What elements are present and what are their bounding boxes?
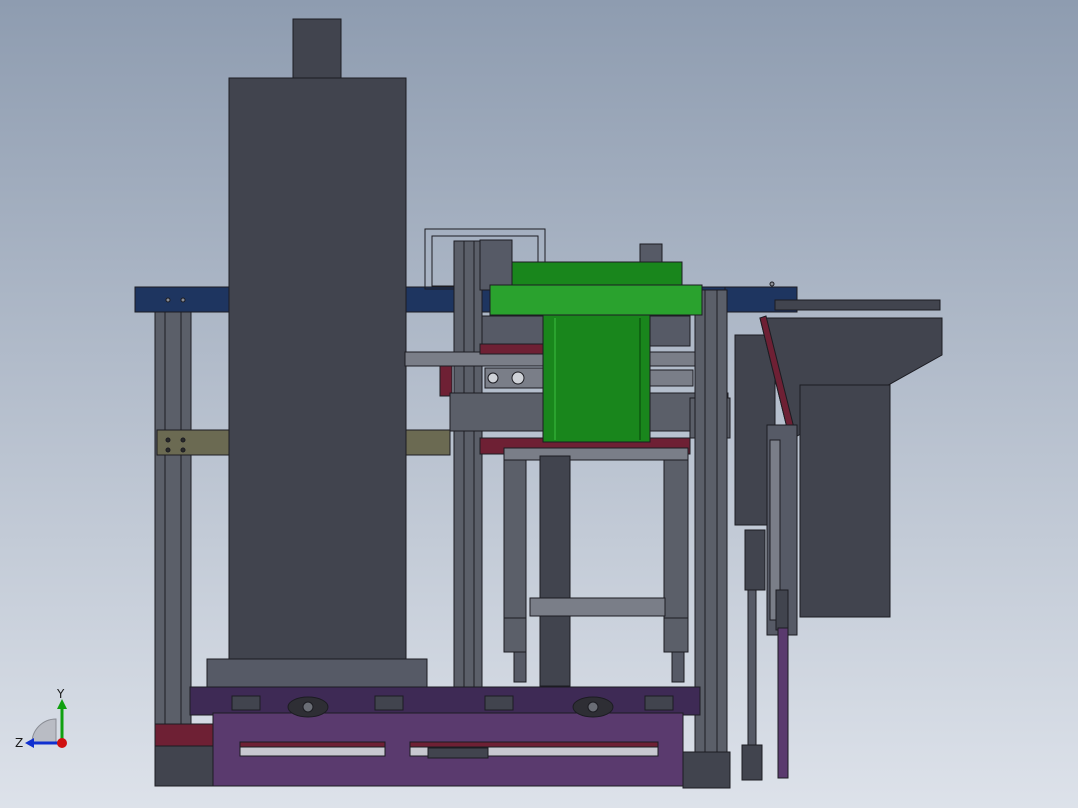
- olive-cross-beam-right: [404, 429, 451, 456]
- slide-block-left: [481, 315, 545, 347]
- z-axis-label: Z: [15, 736, 23, 750]
- hopper-back-panel: [799, 384, 891, 618]
- base-slot-right-stripe: [409, 741, 659, 748]
- slide-block-right: [647, 315, 691, 347]
- beam-bolt: [165, 447, 171, 453]
- vertical-guide-column: [453, 240, 483, 692]
- x-axis-dot-icon: [57, 738, 67, 748]
- beam-bolt: [180, 447, 186, 453]
- triad-rotation-arc-icon: [31, 718, 57, 744]
- green-main-cylinder: [542, 314, 651, 443]
- servo-motor-right: [639, 243, 663, 265]
- carriage-plate-maroon: [479, 343, 546, 355]
- z-axis-arrow-icon: [25, 738, 34, 748]
- beam-bolt: [165, 437, 171, 443]
- u-frame-right-leg: [663, 447, 689, 624]
- housing-base-plinth: [206, 658, 428, 690]
- left-aluminum-profile-column: [154, 311, 192, 743]
- coordinate-triad: Y Z: [15, 687, 67, 750]
- leveling-screw-right: [671, 651, 685, 683]
- hopper-lid: [774, 299, 941, 311]
- u-frame-foot-left: [503, 617, 527, 653]
- hanging-cable: [747, 589, 757, 751]
- left-base-maroon-bracket: [154, 723, 214, 747]
- caster-wheel-right-hub: [587, 701, 599, 713]
- u-frame-foot-right: [663, 617, 689, 653]
- beam-bolt: [180, 437, 186, 443]
- cable-terminal-plug: [741, 744, 763, 781]
- main-tall-housing: [228, 77, 407, 661]
- top-motor-block: [292, 18, 342, 80]
- base-block: [484, 695, 514, 711]
- pneumatic-cylinder-right: [647, 369, 694, 387]
- base-block: [644, 695, 674, 711]
- y-axis-label: Y: [56, 687, 65, 701]
- center-support-column: [539, 455, 571, 687]
- base-top-plate: [189, 686, 701, 716]
- caster-wheel-left-hub: [302, 701, 314, 713]
- rail-bolt: [769, 281, 775, 287]
- base-slot-left-stripe: [239, 741, 386, 748]
- actuator-guide-strip: [777, 627, 789, 779]
- base-block: [231, 695, 261, 711]
- u-frame-cross-bar: [529, 597, 666, 617]
- base-block: [374, 695, 404, 711]
- rail-bolt: [165, 297, 171, 303]
- green-top-cap: [511, 261, 683, 288]
- leveling-screw-left: [513, 651, 527, 683]
- cylinder-fitting-icon: [511, 371, 525, 385]
- cable-connector-body: [744, 529, 766, 591]
- machine-assembly-model[interactable]: [0, 0, 1078, 808]
- rail-bolt: [180, 297, 186, 303]
- servo-motor-left: [479, 239, 513, 291]
- base-center-spacer: [427, 747, 489, 759]
- right-base-foot: [682, 751, 731, 789]
- cylinder-fitting-icon: [487, 372, 499, 384]
- actuator-sensor: [775, 589, 789, 631]
- left-base-foot: [154, 745, 214, 787]
- cad-viewport[interactable]: Y Z: [0, 0, 1078, 808]
- green-flange: [489, 284, 703, 316]
- u-frame-top-bar: [503, 447, 689, 461]
- u-frame-left-leg: [503, 447, 527, 624]
- rail-end-stop: [439, 365, 453, 397]
- right-aluminum-profile-column: [694, 289, 728, 753]
